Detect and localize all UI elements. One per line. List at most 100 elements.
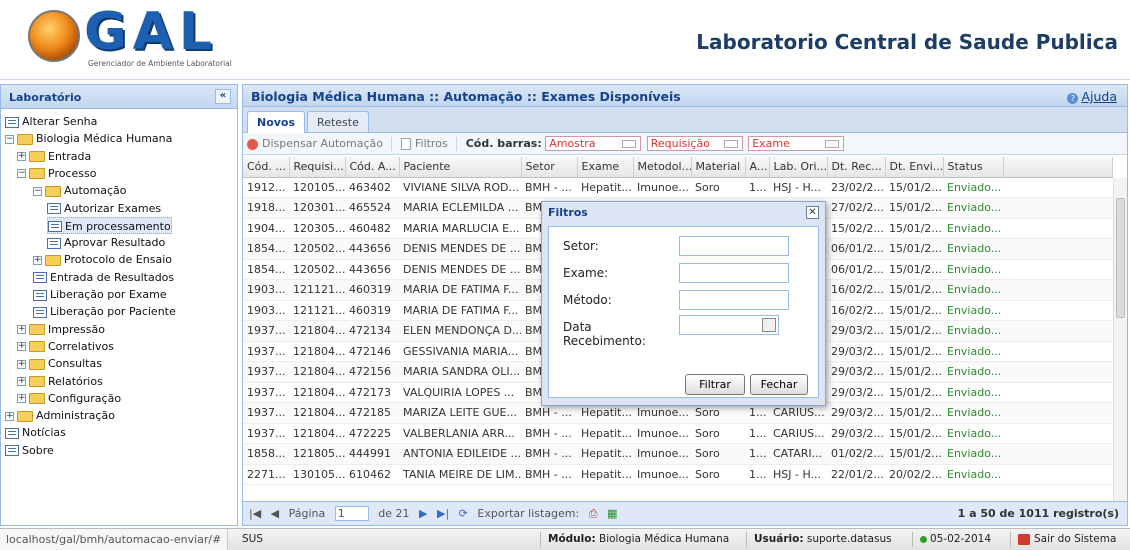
close-icon[interactable]: ✕ [806,206,819,219]
first-page-icon[interactable]: |◀ [249,507,261,520]
barcode-amostra-input[interactable]: Amostra [545,136,642,151]
table-cell: 06/01/2... [827,238,885,260]
collapse-sidebar-button[interactable]: « [215,89,231,104]
sidebar-item-entrada[interactable]: + Entrada [17,148,91,165]
pdf-export-icon[interactable]: ⎙ [589,507,598,521]
sidebar-item-alterar-senha[interactable]: Alterar Senha [5,113,97,130]
expand-node-icon[interactable]: + [33,255,42,265]
column-header[interactable]: Setor [521,157,578,178]
sidebar-item-noticias[interactable]: Notícias [5,424,66,441]
table-cell: 1912... [243,177,289,198]
sidebar-item-administracao[interactable]: + Administração [5,407,115,424]
sidebar-item-configuracao[interactable]: + Configuração [17,390,121,407]
exame-input[interactable] [679,263,789,283]
expand-node-icon[interactable]: + [17,359,26,369]
column-header[interactable]: Dt. Envi... [885,157,944,178]
expand-node-icon[interactable]: + [17,342,26,352]
expand-node-icon[interactable]: + [5,411,14,421]
page-number-input[interactable]: 1 [334,506,369,521]
barcode-exame-input[interactable]: Exame [748,136,845,151]
sidebar-item-protocolo-de-ensaio[interactable]: + Protocolo de Ensaio [33,251,172,268]
sidebar-item-correlativos[interactable]: + Correlativos [17,338,114,355]
table-cell: CATARI... [769,443,827,465]
table-cell: Hepatit... [577,177,633,198]
sidebar-item-automacao[interactable]: − Automação [33,182,127,199]
excel-export-icon[interactable]: ▦ [607,507,617,520]
calendar-icon[interactable] [762,318,776,332]
panel-header: Biologia Médica Humana :: Automação :: E… [243,85,1127,107]
column-header[interactable]: A... [745,157,770,178]
data-recebimento-input[interactable] [679,315,779,335]
help-link[interactable]: ? Ajuda [1067,89,1117,104]
metodo-input[interactable] [679,290,789,310]
sidebar-item-liberacao-por-paciente[interactable]: Liberação por Paciente [33,303,176,320]
collapse-node-icon[interactable]: − [33,186,42,196]
expand-node-icon[interactable]: + [17,377,26,386]
table-cell: Enviado... [943,238,1003,260]
collapse-node-icon[interactable]: − [17,169,26,179]
prev-page-icon[interactable]: ◀ [271,507,279,520]
exit-button[interactable]: Sair do Sistema [1018,533,1116,545]
column-header[interactable]: Paciente [399,157,522,178]
table-row[interactable]: 1937... 121804... 472225 VALBERLANIA ARR...… [243,423,1113,444]
sidebar-item-autorizar-exames[interactable]: Autorizar Exames [47,200,161,217]
requisicao-placeholder: Requisição [650,137,710,150]
column-header[interactable]: Cód. A... [345,157,400,178]
table-cell: MARIA ECLEMILDA ... [399,197,521,219]
sidebar-item-sobre[interactable]: Sobre [5,442,54,459]
sidebar-item-biologia-medica-humana[interactable]: − Biologia Médica Humana [5,130,172,147]
table-row[interactable]: 1858... 121805... 444991 ANTONIA EDILEIDE .… [243,443,1113,465]
table-cell-filler [1003,300,1113,321]
column-header[interactable]: Exame [577,157,634,178]
column-header[interactable]: Cód. ... [243,157,290,178]
filter-submit-button[interactable]: Filtrar [685,374,745,395]
table-cell: 121121... [289,300,345,321]
table-cell: 15/01/2... [885,443,943,465]
folder-icon [17,410,33,422]
sidebar-item-em-processamento[interactable]: Em processamento [47,216,172,234]
sidebar-item-label: Automação [64,184,127,198]
scrollbar-thumb[interactable] [1116,198,1125,318]
column-header[interactable]: Requisi... [289,157,346,178]
sidebar-item-liberacao-por-exame[interactable]: Liberação por Exame [33,286,167,303]
table-cell: Soro [691,177,745,198]
table-cell: 121804... [289,361,345,383]
table-cell: 1904... [243,218,289,239]
table-cell-filler [1003,197,1113,219]
refresh-icon[interactable]: ⟳ [459,507,468,520]
tab-novos[interactable]: Novos [247,111,306,133]
module-info: Módulo: Biologia Médica Humana [548,533,729,545]
grid-scrollbar[interactable] [1113,178,1127,503]
next-page-icon[interactable]: ▶ [419,507,427,520]
close-dialog-button[interactable]: Fechar [750,374,808,395]
column-header[interactable]: Status [943,157,1004,178]
sidebar-item-processo[interactable]: − Processo [17,165,96,182]
sidebar-item-impressao[interactable]: + Impressão [17,321,105,338]
sidebar-item-relatorios[interactable]: + Relatórios [17,373,103,390]
dispense-automation-button[interactable]: Dispensar Automação [247,137,383,150]
sidebar-item-consultas[interactable]: + Consultas [17,355,102,372]
expand-node-icon[interactable]: + [17,325,26,335]
sidebar-item-aprovar-resultado[interactable]: Aprovar Resultado [47,234,165,251]
table-row[interactable]: 2271... 130105... 610462 TANIA MEIRE DE LIM… [243,464,1113,485]
table-cell: 472146 [345,341,399,362]
column-header[interactable]: Dt. Rec... [827,157,886,178]
last-page-icon[interactable]: ▶| [437,507,449,520]
column-header[interactable]: Lab. Ori... [769,157,828,178]
table-cell: 23/02/2... [827,177,885,198]
filters-button[interactable]: Filtros [400,137,448,150]
setor-input[interactable] [679,236,789,256]
barcode-requisicao-input[interactable]: Requisição [646,136,743,151]
dialog-header: Filtros ✕ [542,202,825,224]
sidebar-item-label: Entrada [48,149,92,163]
expand-node-icon[interactable]: + [17,152,26,162]
table-row[interactable]: 1912... 120105... 463402 VIVIANE SILVA ROD.… [243,177,1113,198]
collapse-node-icon[interactable]: − [5,134,14,144]
expand-node-icon[interactable]: + [17,394,26,404]
table-cell: 120502... [289,238,345,260]
folder-icon [45,185,61,197]
tab-reteste[interactable]: Reteste [307,111,369,132]
column-header[interactable]: Metodol... [633,157,692,178]
sidebar-item-entrada-de-resultados[interactable]: Entrada de Resultados [33,269,174,286]
column-header[interactable]: Material [691,157,746,178]
